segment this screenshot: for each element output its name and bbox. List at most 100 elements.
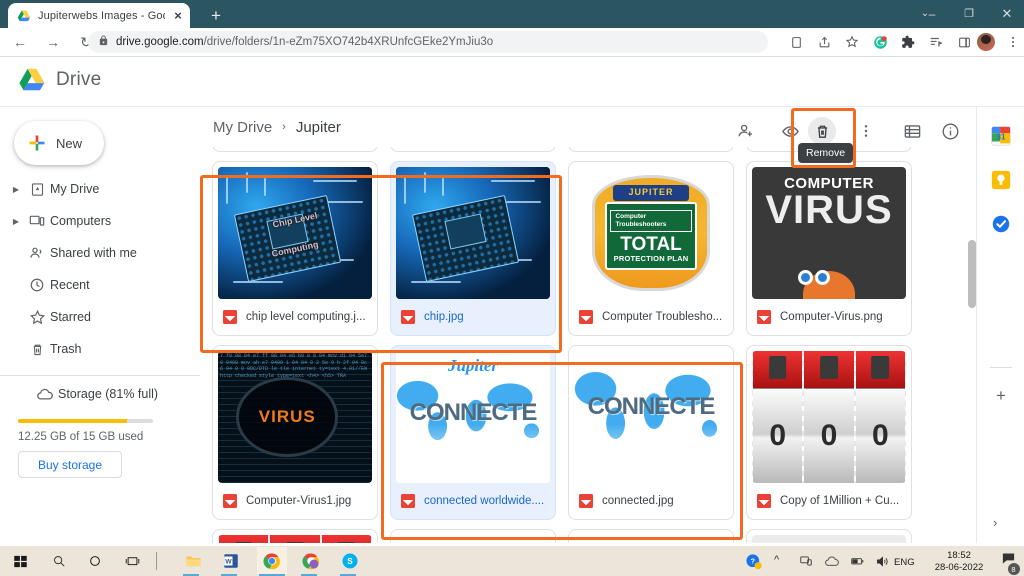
new-button[interactable]: New [14, 121, 104, 165]
file-card[interactable] [212, 529, 378, 543]
file-name: Copy of 1Million + Cu... [780, 495, 900, 507]
sidebar-item-trash[interactable]: Trash [0, 333, 200, 365]
sidebar-item-my-drive[interactable]: ▶ My Drive [0, 173, 200, 205]
buy-storage-button[interactable]: Buy storage [18, 451, 122, 478]
add-app-button[interactable]: + [992, 387, 1010, 405]
list-view-icon[interactable] [900, 119, 924, 143]
computer-virus-artwork: COMPUTER VIRUS [752, 167, 906, 299]
person-add-icon[interactable] [734, 119, 758, 143]
google-apps-rail: 31 + › [976, 107, 1024, 543]
bookmark-star-icon[interactable] [841, 31, 863, 53]
clock-date[interactable]: 28-06-2022 [926, 562, 992, 573]
file-thumbnail [574, 535, 728, 543]
content-scrollbar[interactable] [968, 107, 976, 543]
breadcrumb-current-folder[interactable]: Jupiter [296, 119, 341, 136]
plus-icon [27, 133, 47, 153]
sidebar-item-recent[interactable]: Recent [0, 269, 200, 301]
drive-logo-text: Drive [56, 69, 102, 90]
file-explorer-icon[interactable] [181, 549, 205, 573]
task-view-icon[interactable] [120, 549, 144, 573]
browser-profile-avatar[interactable] [975, 31, 997, 53]
file-card[interactable]: JUPITER Computer Troubleshooters TOTAL P… [568, 161, 734, 336]
tray-expand-chevron-icon[interactable]: ^ [774, 554, 779, 566]
storage-row[interactable]: Storage (81% full) [8, 385, 158, 403]
breadcrumb-my-drive[interactable]: My Drive [213, 119, 272, 136]
taskbar-search-icon[interactable] [47, 549, 71, 573]
cortana-icon[interactable] [83, 549, 107, 573]
expand-panel-chevron-icon[interactable]: › [993, 515, 997, 530]
chrome-menu-icon[interactable] [1002, 31, 1024, 53]
window-close-button[interactable]: ✕ [990, 0, 1024, 28]
window-minimize-button[interactable]: – [915, 0, 949, 28]
skype-icon[interactable]: S [338, 549, 362, 573]
file-card[interactable]: 0 0 0 Copy of 1Million + Cu... [746, 345, 912, 520]
forward-icon[interactable]: → [40, 29, 66, 55]
drive-header: Drive [0, 57, 1024, 158]
google-calendar-icon[interactable]: 31 [990, 125, 1012, 147]
puzzle-extensions-icon[interactable] [897, 31, 919, 53]
google-tasks-icon[interactable] [990, 213, 1012, 235]
info-icon[interactable] [938, 119, 962, 143]
word-icon[interactable]: W [219, 549, 243, 573]
file-card-selected[interactable]: Jupiter CONNECTE connected worldwide.... [390, 345, 556, 520]
extension-grammarly-icon[interactable] [869, 31, 891, 53]
file-card-footer: connected worldwide.... [391, 483, 555, 519]
remote-desktop-icon[interactable] [794, 549, 818, 573]
notification-icon[interactable]: 8 [996, 549, 1020, 575]
scrollbar-thumb[interactable] [968, 240, 976, 308]
mascot-eye-right [815, 270, 830, 285]
counter-artwork [218, 535, 372, 543]
virus-word: VIRUS [258, 406, 316, 426]
file-card-footer: Copy of 1Million + Cu... [747, 483, 911, 519]
file-card-selected[interactable]: chip.jpg [390, 161, 556, 336]
file-card[interactable]: 7 f0 08 04 e7 ff 08 04 e6 b0 0 8 04 mov … [212, 345, 378, 520]
file-grid-area: buttons.jpg Call Toll Free.jpg CCNA.png [200, 107, 975, 543]
file-card[interactable]: CONNECTE connected.jpg [568, 345, 734, 520]
sidebar-nav-list: ▶ My Drive ▶ Computers Shared with me Re… [0, 173, 200, 365]
chrome-profile-icon[interactable] [299, 549, 323, 573]
onedrive-icon[interactable] [820, 549, 844, 573]
address-bar[interactable]: drive.google.com/drive/folders/1n-eZm75X… [88, 31, 768, 53]
window-maximize-button[interactable]: ❐ [952, 0, 986, 28]
side-panel-icon[interactable] [953, 31, 975, 53]
file-name: connected.jpg [602, 495, 674, 507]
clock-time[interactable]: 18:52 [934, 550, 984, 561]
file-card-footer: Computer-Virus1.jpg [213, 483, 377, 519]
counter-number: 0 [804, 387, 854, 483]
language-indicator[interactable]: ENG [894, 557, 915, 568]
file-card[interactable] [390, 529, 556, 543]
eye-preview-icon[interactable] [778, 119, 802, 143]
remove-button[interactable] [808, 117, 836, 145]
expand-arrow-icon[interactable]: ▶ [8, 185, 24, 194]
battery-icon[interactable] [845, 549, 869, 573]
file-card[interactable] [568, 529, 734, 543]
file-thumbnail: Chip Level Computing [218, 167, 372, 299]
browser-tab-title: Jupiterwebs Images - Google Dri [38, 9, 165, 22]
drive-logo[interactable]: Drive [18, 67, 101, 93]
volume-icon[interactable] [870, 549, 894, 573]
sidebar-item-shared-with-me[interactable]: Shared with me [0, 237, 200, 269]
back-icon[interactable]: ← [7, 29, 33, 55]
help-badge-icon[interactable]: ? [741, 549, 765, 573]
windows-start-icon[interactable] [8, 549, 32, 573]
google-keep-icon[interactable] [990, 169, 1012, 191]
chrome-icon[interactable] [257, 547, 287, 575]
counter-top [804, 351, 854, 388]
new-tab-button[interactable]: + [206, 6, 226, 26]
file-card[interactable]: COMPUTER VIRUS Computer-Virus.png [746, 161, 912, 336]
browser-tab[interactable]: Jupiterwebs Images - Google Dri × [8, 3, 190, 28]
file-card[interactable]: Chip Level Computing chip level computin… [212, 161, 378, 336]
clipboard-icon[interactable] [785, 31, 807, 53]
sidebar-item-computers[interactable]: ▶ Computers [0, 205, 200, 237]
sidebar-item-starred[interactable]: Starred [0, 301, 200, 333]
more-vert-icon[interactable] [854, 119, 878, 143]
file-card[interactable] [746, 529, 912, 543]
file-grid: buttons.jpg Call Toll Free.jpg CCNA.png [200, 107, 975, 543]
share-icon[interactable] [813, 31, 835, 53]
shared-with-me-icon [24, 245, 50, 261]
protection-plan-artwork: JUPITER Computer Troubleshooters TOTAL P… [574, 167, 728, 299]
reading-list-icon[interactable] [925, 31, 947, 53]
tab-close-icon[interactable]: × [172, 9, 184, 22]
expand-arrow-icon[interactable]: ▶ [8, 217, 24, 226]
tps-total-label: TOTAL [620, 233, 682, 255]
